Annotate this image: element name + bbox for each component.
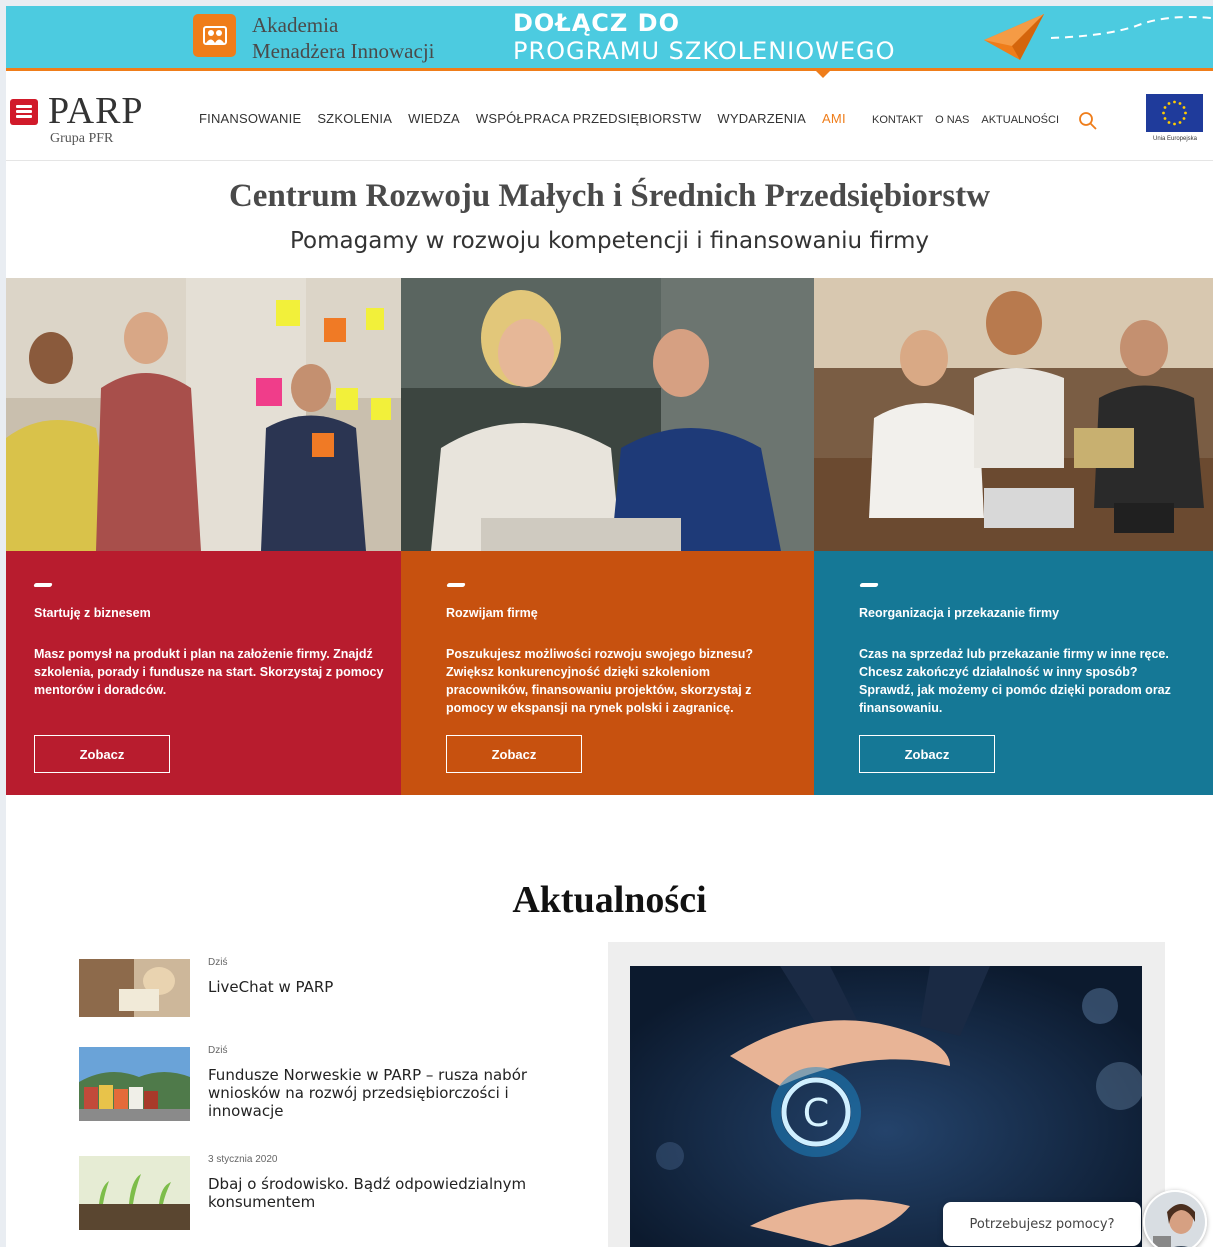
card-reorganize: Reorganizacja i przekazanie firmy Czas n…	[814, 551, 1213, 795]
dash-icon	[446, 583, 466, 587]
news-thumbnail	[79, 1047, 190, 1121]
chat-prompt[interactable]: Potrzebujesz pomocy?	[943, 1202, 1141, 1246]
news-title: Aktualności	[512, 879, 707, 921]
page: Akademia Menadżera Innowacji DOŁĄCZ DO P…	[6, 6, 1213, 1247]
ami-name: Akademia Menadżera Innowacji	[252, 12, 435, 64]
banner-cta: DOŁĄCZ DO PROGRAMU SZKOLENIOWEGO	[513, 9, 896, 65]
search-icon[interactable]	[1078, 111, 1098, 131]
nav-finansowanie[interactable]: FINANSOWANIE	[199, 111, 301, 126]
news-thumbnail	[79, 959, 190, 1017]
card-button[interactable]: Zobacz	[34, 735, 170, 773]
card-title: Startuję z biznesem	[34, 606, 151, 620]
news-title-text[interactable]: Fundusze Norweskie w PARP – rusza nabór …	[208, 1066, 558, 1120]
dash-icon	[33, 583, 53, 587]
nav-aktualnosci[interactable]: AKTUALNOŚCI	[981, 114, 1059, 126]
hero-subtitle: Pomagamy w rozwoju kompetencji i finanso…	[289, 228, 930, 254]
parp-mark-icon	[10, 99, 38, 125]
nav-ami[interactable]: AMI	[822, 111, 846, 126]
card-title: Reorganizacja i przekazanie firmy	[859, 606, 1060, 620]
logo-name: PARP	[48, 90, 144, 132]
card-develop: Rozwijam firmę Poszukujesz możliwości ro…	[401, 551, 814, 795]
photo-reorganize	[814, 278, 1213, 551]
nav-wiedza[interactable]: WIEDZA	[408, 111, 460, 126]
nav-szkolenia[interactable]: SZKOLENIA	[317, 111, 392, 126]
eu-label: Unia Europejska	[1152, 136, 1198, 142]
news-thumbnail	[79, 1156, 190, 1230]
ami-logo-icon	[193, 14, 236, 57]
news-date: Dziś	[208, 957, 228, 968]
hero-title: Centrum Rozwoju Małych i Średnich Przeds…	[228, 178, 991, 214]
card-button[interactable]: Zobacz	[446, 735, 582, 773]
card-description: Czas na sprzedaż lub przekazanie firmy w…	[859, 647, 1171, 715]
nav-wydarzenia[interactable]: WYDARZENIA	[717, 111, 806, 126]
ami-line-1: Akademia	[252, 13, 339, 37]
news-date: 3 stycznia 2020	[208, 1154, 278, 1165]
main-nav: FINANSOWANIE SZKOLENIA WIEDZA WSPÓŁPRACA…	[199, 111, 862, 126]
ami-line-2: Menadżera Innowacji	[252, 39, 435, 63]
dash-icon	[859, 583, 879, 587]
nav-wspolpraca[interactable]: WSPÓŁPRACA PRZEDSIĘBIORSTW	[476, 111, 702, 126]
nav-o-nas[interactable]: O NAS	[935, 114, 969, 126]
card-button[interactable]: Zobacz	[859, 735, 995, 773]
photo-develop	[401, 278, 814, 551]
main-header: PARP Grupa PFR FINANSOWANIE SZKOLENIA WI…	[6, 71, 1213, 161]
paper-plane-icon	[984, 14, 1044, 60]
card-startup: Startuję z biznesem Masz pomysł na produ…	[6, 551, 401, 795]
photo-startup	[6, 278, 401, 551]
card-description: Masz pomysł na produkt i plan na założen…	[34, 647, 384, 697]
promo-banner[interactable]: Akademia Menadżera Innowacji DOŁĄCZ DO P…	[6, 6, 1213, 68]
cta-line-1: DOŁĄCZ DO	[513, 9, 681, 37]
news-title-text[interactable]: LiveChat w PARP	[208, 978, 558, 996]
news-title-text[interactable]: Dbaj o środowisko. Bądź odpowiedzialnym …	[208, 1175, 558, 1211]
nav-kontakt[interactable]: KONTAKT	[872, 114, 923, 126]
card-title: Rozwijam firmę	[446, 606, 538, 620]
eu-flag-icon	[1146, 94, 1203, 132]
card-description: Poszukujesz możliwości rozwoju swojego b…	[446, 647, 753, 715]
plane-trail-icon	[1050, 16, 1212, 39]
logo-sub: Grupa PFR	[50, 131, 114, 146]
chat-avatar[interactable]	[1143, 1190, 1207, 1247]
cta-line-2: PROGRAMU SZKOLENIOWEGO	[513, 37, 896, 65]
secondary-nav: KONTAKT O NAS AKTUALNOŚCI	[872, 114, 1071, 126]
svg-text:C: C	[803, 1091, 830, 1135]
news-date: Dziś	[208, 1045, 228, 1056]
